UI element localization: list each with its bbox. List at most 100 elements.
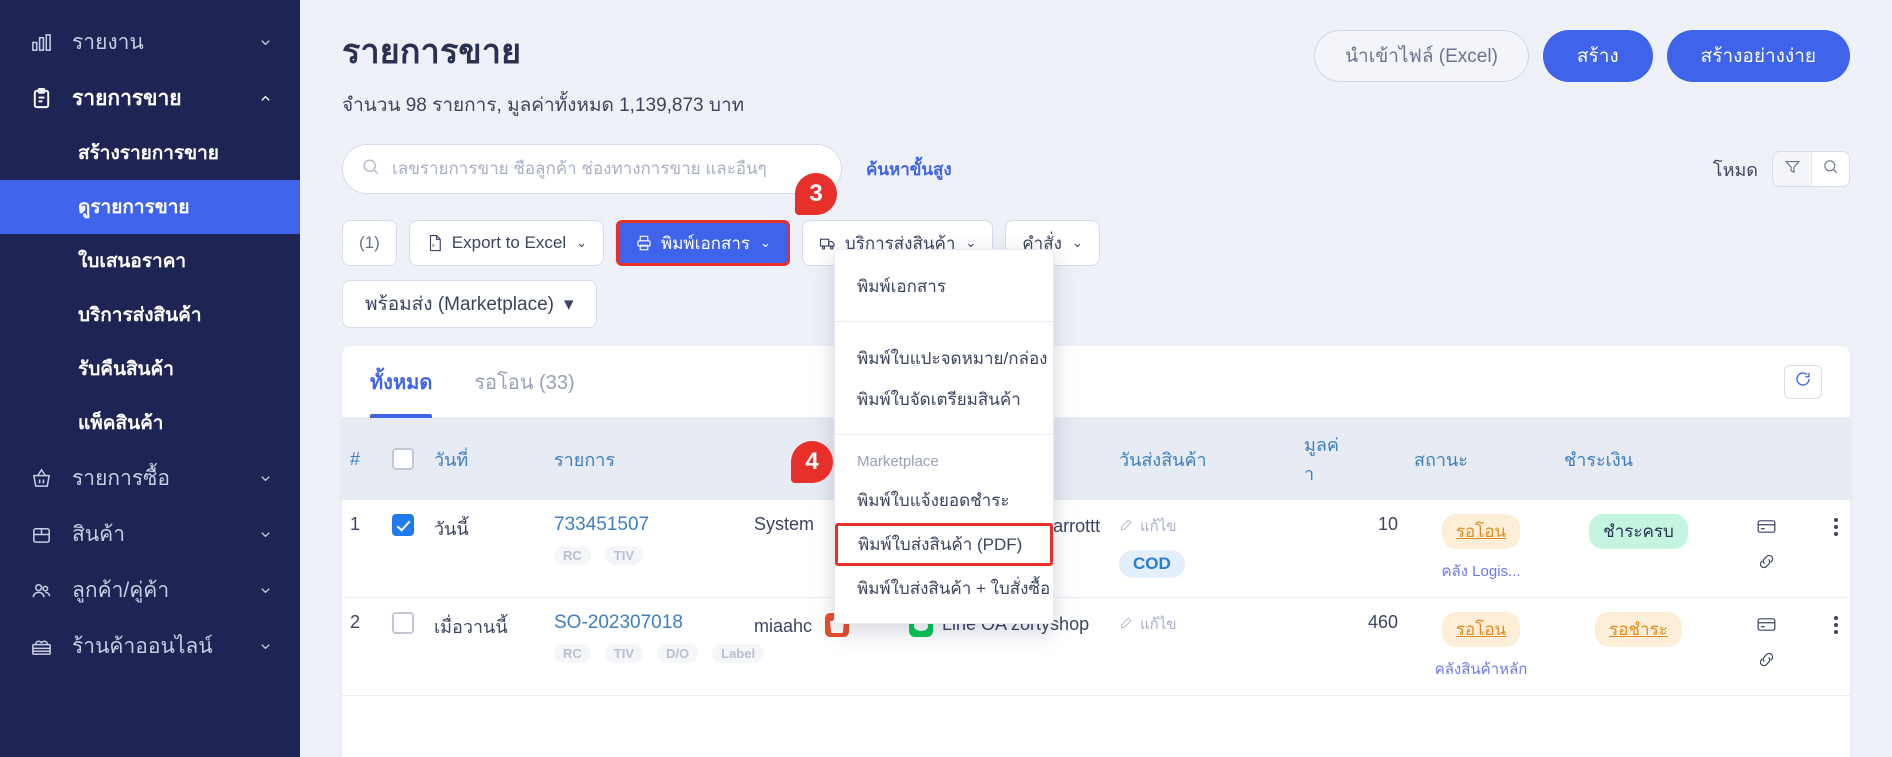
page-title: รายการขาย — [342, 33, 522, 71]
table-row[interactable]: 1 วันนี้ 733451507 RC TIV System แก้ไข C… — [342, 500, 1850, 598]
order-tag: TIV — [604, 644, 644, 663]
column-header-payment[interactable]: ชำระเงิน — [1556, 418, 1721, 500]
chevron-down-icon — [256, 637, 274, 655]
chevron-down-icon — [256, 33, 274, 51]
sidebar-item-purchases[interactable]: รายการซื้อ — [0, 450, 300, 506]
tab-label: รอโอน (33) — [474, 371, 575, 394]
dropdown-item-print-picking-list[interactable]: พิมพ์ใบจัดเตรียมสินค้า — [835, 379, 1053, 420]
mode-label: โหมด — [1712, 159, 1758, 180]
payment-badge[interactable]: ชำระครบ — [1589, 514, 1688, 549]
print-document-button[interactable]: พิมพ์เอกสาร ⌄ — [616, 220, 790, 266]
page-header: รายการขาย จำนวน 98 รายการ, มูลค่าทั้งหมด… — [342, 0, 1850, 120]
create-button[interactable]: สร้าง — [1542, 30, 1653, 82]
column-header-status[interactable]: สถานะ — [1406, 418, 1556, 500]
sidebar-item-products[interactable]: สินค้า — [0, 506, 300, 562]
import-excel-button[interactable]: นำเข้าไฟล์ (Excel) — [1314, 30, 1529, 82]
sidebar-subitem-label: ใบเสนอราคา — [78, 251, 187, 272]
caret-down-icon: ▾ — [563, 293, 574, 315]
filter-icon-button[interactable] — [1773, 152, 1811, 186]
order-link[interactable]: 733451507 — [554, 514, 649, 535]
table-body: 1 วันนี้ 733451507 RC TIV System แก้ไข C… — [342, 500, 1850, 696]
sidebar-subitem-quotation[interactable]: ใบเสนอราคา — [0, 234, 300, 288]
sidebar-item-sales[interactable]: รายการขาย — [0, 70, 300, 126]
row-more-button[interactable] — [1819, 514, 1850, 536]
row-status-cell: รอโอน คลังสินค้าหลัก — [1406, 597, 1556, 696]
sidebar-item-customers[interactable]: ลูกค้า/คู่ค้า — [0, 562, 300, 618]
sidebar-subitem-pack-goods[interactable]: แพ็คสินค้า — [0, 396, 300, 450]
order-link[interactable]: SO-202307018 — [554, 612, 683, 633]
selection-count-button[interactable]: (1) — [342, 220, 397, 266]
column-header-more — [1811, 418, 1850, 500]
dropdown-item-print-delivery-note-pdf[interactable]: พิมพ์ใบส่งสินค้า (PDF) — [835, 523, 1053, 566]
row-icons-cell — [1721, 500, 1811, 598]
order-tag: D/O — [657, 644, 699, 663]
search-icon — [1822, 158, 1839, 180]
order-tag: RC — [554, 546, 591, 565]
sidebar-subitem-label: สร้างรายการขาย — [78, 143, 219, 164]
users-icon — [26, 575, 56, 605]
column-header-order[interactable]: รายการ — [546, 418, 746, 500]
credit-card-icon[interactable] — [1756, 516, 1777, 542]
credit-card-icon[interactable] — [1756, 614, 1777, 640]
row-date: วันนี้ — [426, 500, 546, 598]
edit-pencil-icon — [1119, 517, 1134, 536]
row-index: 1 — [342, 500, 384, 598]
row-more-button[interactable] — [1819, 612, 1850, 634]
edit-ship-date-link[interactable]: แก้ไข — [1119, 514, 1288, 538]
export-to-excel-button[interactable]: x Export to Excel ⌄ — [408, 220, 605, 266]
page-header-actions: นำเข้าไฟล์ (Excel) สร้าง สร้างอย่างง่าย — [1314, 24, 1850, 82]
chevron-down-icon — [256, 581, 274, 599]
search-box[interactable] — [342, 144, 842, 194]
row-icons — [1729, 612, 1803, 675]
sidebar-item-online-store[interactable]: ร้านค้าออนไลน์ — [0, 618, 300, 674]
warehouse-link[interactable]: คลัง Logis... — [1414, 559, 1548, 583]
sidebar-item-reports[interactable]: รายงาน — [0, 14, 300, 70]
row-customer[interactable]: miaahc — [754, 616, 812, 636]
sidebar-subitem-view-sales[interactable]: ดูรายการขาย — [0, 180, 300, 234]
link-chain-icon[interactable] — [1756, 551, 1777, 577]
row-date: เมื่อวานนี้ — [426, 597, 546, 696]
row-status-cell: รอโอน คลัง Logis... — [1406, 500, 1556, 598]
dropdown-item-print-delivery-note-plus-po[interactable]: พิมพ์ใบส่งสินค้า + ใบสั่งซื้อ — [835, 568, 1053, 609]
tab-pending-transfer[interactable]: รอโอน (33) — [474, 346, 574, 418]
page-header-left: รายการขาย จำนวน 98 รายการ, มูลค่าทั้งหมด… — [342, 24, 1314, 120]
status-badge[interactable]: รอโอน — [1441, 514, 1521, 549]
ready-to-ship-filter-button[interactable]: พร้อมส่ง (Marketplace) ▾ — [342, 280, 597, 328]
table-row[interactable]: 2 เมื่อวานนี้ SO-202307018 RC TIV D/O La… — [342, 597, 1850, 696]
basket-icon — [26, 463, 56, 493]
row-checkbox[interactable] — [392, 514, 414, 537]
edit-ship-date-link[interactable]: แก้ไข — [1119, 612, 1288, 636]
chevron-down-icon: ⌄ — [1071, 235, 1083, 250]
row-payment-cell: ชำระครบ — [1556, 500, 1721, 598]
cod-badge: COD — [1119, 550, 1185, 578]
row-icons — [1729, 514, 1803, 577]
dropdown-item-print-payment-statement[interactable]: พิมพ์ใบแจ้งยอดชำระ — [835, 480, 1053, 521]
sidebar-subitem-shipping-service[interactable]: บริการส่งสินค้า — [0, 288, 300, 342]
warehouse-link[interactable]: คลังสินค้าหลัก — [1414, 657, 1548, 681]
column-header-value[interactable]: มูลค่ า — [1296, 418, 1406, 500]
sidebar-item-label: รายงาน — [72, 30, 144, 54]
tab-all[interactable]: ทั้งหมด — [370, 346, 433, 418]
sidebar-subitem-returns[interactable]: รับคืนสินค้า — [0, 342, 300, 396]
select-all-checkbox[interactable] — [392, 448, 414, 471]
advanced-search-link[interactable]: ค้นหาขั้นสูง — [866, 156, 952, 183]
search-input[interactable] — [392, 159, 823, 179]
order-tags: RC TIV D/O Label — [554, 644, 765, 663]
refresh-button[interactable] — [1784, 364, 1822, 399]
dropdown-item-print-address-label[interactable]: พิมพ์ใบแปะจดหมาย/กล่อง — [835, 338, 1053, 379]
create-simple-button[interactable]: สร้างอย่างง่าย — [1666, 30, 1850, 82]
sidebar-subitem-create-sale[interactable]: สร้างรายการขาย — [0, 126, 300, 180]
link-chain-icon[interactable] — [1756, 649, 1777, 675]
search-icon-button[interactable] — [1811, 152, 1849, 186]
row-checkbox[interactable] — [392, 612, 414, 635]
sidebar-item-label: ร้านค้าออนไลน์ — [72, 634, 213, 658]
payment-badge[interactable]: รอชำระ — [1595, 612, 1682, 647]
column-header-ship-date[interactable]: วันส่งสินค้า — [1111, 418, 1296, 500]
chevron-down-icon: ⌄ — [760, 235, 771, 250]
sidebar-item-label: สินค้า — [72, 522, 126, 546]
column-header-date[interactable]: วันที่ — [426, 418, 546, 500]
dropdown-item-print-document[interactable]: พิมพ์เอกสาร — [835, 266, 1053, 307]
status-badge[interactable]: รอโอน — [1441, 612, 1521, 647]
row-select-cell — [384, 500, 426, 598]
step-marker-4: 4 — [791, 441, 833, 483]
